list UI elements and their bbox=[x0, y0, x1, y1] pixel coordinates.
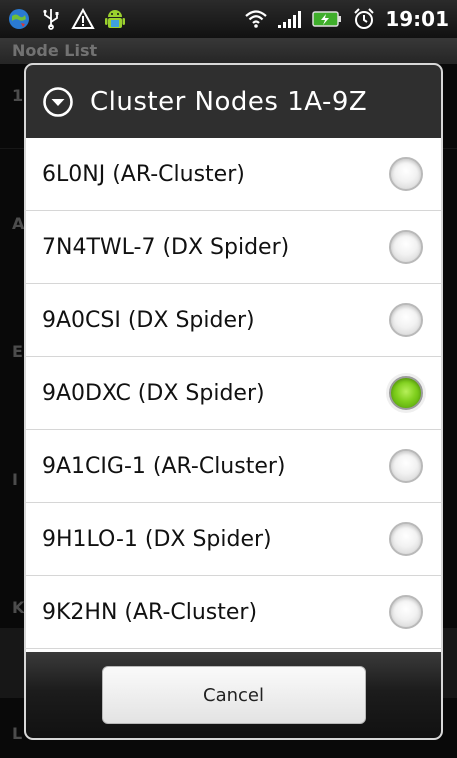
usb-icon bbox=[38, 6, 64, 32]
radio-button[interactable] bbox=[389, 595, 423, 629]
item-label: 9A0CSI (DX Spider) bbox=[42, 307, 255, 333]
list-item[interactable]: 6L0NJ (AR-Cluster) bbox=[26, 138, 441, 211]
status-right-icons: 19:01 bbox=[243, 6, 457, 32]
list-item[interactable]: 7N4TWL-7 (DX Spider) bbox=[26, 211, 441, 284]
radio-button[interactable] bbox=[389, 522, 423, 556]
status-time: 19:01 bbox=[385, 7, 449, 31]
dialog-title: Cluster Nodes 1A-9Z bbox=[90, 86, 368, 117]
list-item[interactable]: 9H1LO-1 (DX Spider) bbox=[26, 503, 441, 576]
radio-button[interactable] bbox=[389, 449, 423, 483]
radio-button[interactable] bbox=[389, 157, 423, 191]
item-label: 9H1LO-1 (DX Spider) bbox=[42, 526, 272, 552]
globe-icon bbox=[6, 6, 32, 32]
radio-button[interactable] bbox=[389, 230, 423, 264]
radio-button[interactable] bbox=[389, 303, 423, 337]
status-left-icons bbox=[0, 6, 128, 32]
item-label: 9A1CIG-1 (AR-Cluster) bbox=[42, 453, 286, 479]
list-item[interactable]: 9K2HN (AR-Cluster) bbox=[26, 576, 441, 649]
chevron-down-circle-icon bbox=[42, 86, 74, 118]
status-bar: 19:01 bbox=[0, 0, 457, 38]
list-item[interactable]: 9A0DXC (DX Spider) bbox=[26, 357, 441, 430]
item-label: 6L0NJ (AR-Cluster) bbox=[42, 161, 245, 187]
dialog-title-bar: Cluster Nodes 1A-9Z bbox=[26, 65, 441, 138]
alarm-icon bbox=[351, 6, 377, 32]
list-item[interactable]: 9A1CIG-1 (AR-Cluster) bbox=[26, 430, 441, 503]
battery-charging-icon bbox=[311, 6, 343, 32]
item-label: 9A0DXC (DX Spider) bbox=[42, 380, 265, 406]
android-icon bbox=[102, 6, 128, 32]
wifi-icon bbox=[243, 6, 269, 32]
radio-button-selected[interactable] bbox=[389, 376, 423, 410]
node-list: 6L0NJ (AR-Cluster) 7N4TWL-7 (DX Spider) … bbox=[26, 138, 441, 649]
dialog-footer: Cancel bbox=[26, 652, 441, 738]
item-label: 9K2HN (AR-Cluster) bbox=[42, 599, 258, 625]
cancel-button[interactable]: Cancel bbox=[101, 666, 366, 724]
signal-icon bbox=[277, 6, 303, 32]
item-label: 7N4TWL-7 (DX Spider) bbox=[42, 234, 290, 260]
warning-icon bbox=[70, 6, 96, 32]
list-item[interactable]: 9A0CSI (DX Spider) bbox=[26, 284, 441, 357]
cluster-nodes-dialog: Cluster Nodes 1A-9Z 6L0NJ (AR-Cluster) 7… bbox=[24, 63, 443, 740]
